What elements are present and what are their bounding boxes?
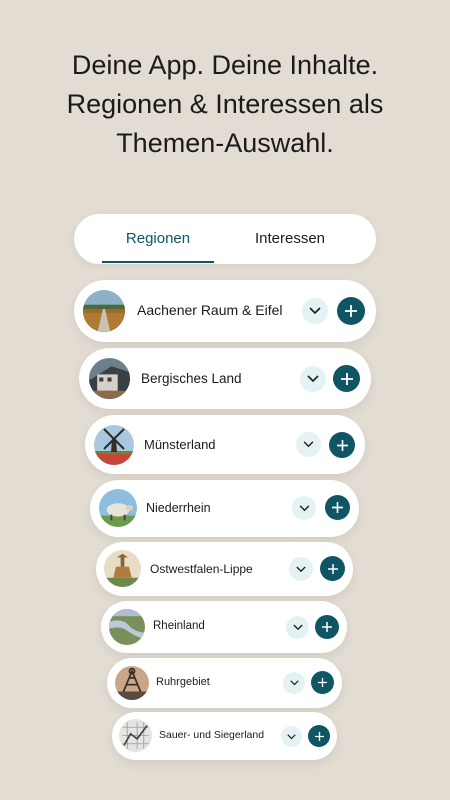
chevron-down-icon[interactable] <box>296 432 321 457</box>
chevron-down-icon[interactable] <box>281 726 302 747</box>
chevron-down-icon[interactable] <box>302 298 328 324</box>
region-label: Münsterland <box>144 437 216 452</box>
region-label: Ostwestfalen-Lippe <box>150 562 253 576</box>
headline-line-1: Deine App. Deine Inhalte. <box>71 50 379 80</box>
active-tab-indicator <box>102 261 214 263</box>
region-label: Ruhrgebiet <box>156 676 210 688</box>
sauerland-map-thumbnail <box>119 719 152 752</box>
headline-line-2: Regionen & Interessen als <box>66 89 384 119</box>
region-card-aachen[interactable]: Aachener Raum & Eifel <box>74 280 376 342</box>
tab-bar: Regionen Interessen <box>74 214 376 264</box>
chevron-down-icon[interactable] <box>300 366 326 392</box>
region-card-ostwestfalen-lippe[interactable]: Ostwestfalen-Lippe <box>96 542 353 596</box>
region-card-ruhrgebiet[interactable]: Ruhrgebiet <box>107 658 342 708</box>
add-region-button[interactable] <box>315 615 339 639</box>
niederrhein-sheep-thumbnail <box>99 489 137 527</box>
region-card-rheinland[interactable]: Rheinland <box>101 601 347 653</box>
aachen-thumbnail <box>83 290 125 332</box>
region-card-bergisches-land[interactable]: Bergisches Land <box>79 348 371 409</box>
add-region-button[interactable] <box>337 297 365 325</box>
region-label: Sauer- und Siegerland <box>159 729 265 741</box>
add-region-button[interactable] <box>308 725 330 747</box>
muensterland-windmill-thumbnail <box>94 425 134 465</box>
add-region-button[interactable] <box>325 495 350 520</box>
bergisches-land-thumbnail <box>89 358 130 399</box>
rheinland-river-thumbnail <box>109 609 145 645</box>
ruhrgebiet-headframe-thumbnail <box>115 666 149 700</box>
tab-regionen[interactable]: Regionen <box>102 214 214 264</box>
region-label: Bergisches Land <box>141 371 242 386</box>
chevron-down-icon[interactable] <box>286 616 309 639</box>
chevron-down-icon[interactable] <box>292 496 316 520</box>
region-label: Rheinland <box>153 620 205 632</box>
add-region-button[interactable] <box>333 365 360 392</box>
owl-monument-thumbnail <box>104 550 141 587</box>
chevron-down-icon[interactable] <box>283 672 305 694</box>
add-region-button[interactable] <box>329 432 355 458</box>
headline-line-3: Themen-Auswahl. <box>116 128 334 158</box>
region-label: Niederrhein <box>146 501 211 515</box>
chevron-down-icon[interactable] <box>289 557 313 581</box>
add-region-button[interactable] <box>311 671 334 694</box>
add-region-button[interactable] <box>320 556 345 581</box>
region-card-sauer-und-siegerland[interactable]: Sauer- und Siegerland <box>112 712 337 760</box>
headline: Deine App. Deine Inhalte. Regionen & Int… <box>0 46 450 163</box>
region-card-niederrhein[interactable]: Niederrhein <box>90 480 359 537</box>
region-label: Aachener Raum & Eifel <box>137 302 283 318</box>
tab-interessen[interactable]: Interessen <box>234 214 346 264</box>
region-card-muensterland[interactable]: Münsterland <box>85 415 365 474</box>
